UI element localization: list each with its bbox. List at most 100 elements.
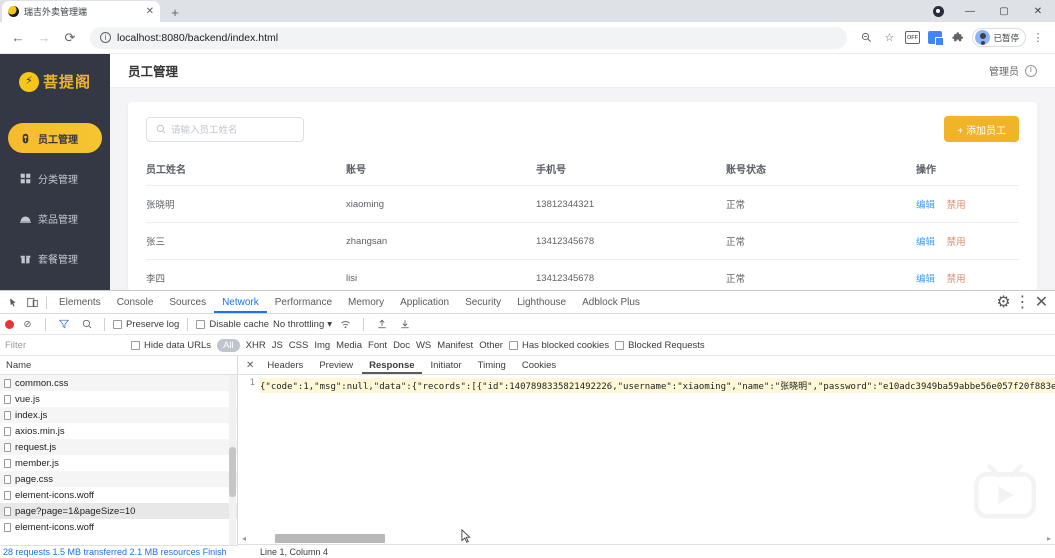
devtools-tab-application[interactable]: Application bbox=[392, 291, 457, 313]
sidebar-item-dish[interactable]: 菜品管理 bbox=[8, 203, 102, 233]
throttling-select[interactable]: No throttling ▾ bbox=[273, 319, 332, 330]
disable-link[interactable]: 禁用 bbox=[947, 274, 966, 285]
has-blocked-cookies-checkbox[interactable]: Has blocked cookies bbox=[508, 340, 609, 351]
logout-power-icon[interactable] bbox=[1025, 64, 1037, 77]
filter-type-xhr[interactable]: XHR bbox=[246, 340, 266, 351]
extensions-puzzle-icon[interactable] bbox=[947, 27, 969, 49]
filter-type-css[interactable]: CSS bbox=[289, 340, 309, 351]
list-item[interactable]: page.css bbox=[0, 471, 237, 487]
add-employee-button[interactable]: + 添加员工 bbox=[944, 116, 1019, 142]
reload-button[interactable]: ⟳ bbox=[58, 26, 82, 50]
response-horizontal-scrollbar[interactable]: ◂ ▸ bbox=[238, 533, 1055, 544]
subtab-cookies[interactable]: Cookies bbox=[515, 356, 563, 374]
search-input[interactable]: 请输入员工姓名 bbox=[146, 116, 304, 142]
window-maximize-button[interactable]: ▢ bbox=[987, 0, 1021, 22]
bookmark-star-icon[interactable]: ☆ bbox=[878, 27, 900, 49]
filter-type-js[interactable]: JS bbox=[272, 340, 283, 351]
request-list-scrollbar[interactable] bbox=[229, 375, 236, 558]
list-item[interactable]: index.js bbox=[0, 407, 237, 423]
edit-link[interactable]: 编辑 bbox=[916, 274, 935, 285]
forward-button[interactable]: → bbox=[32, 26, 56, 50]
subtab-timing[interactable]: Timing bbox=[471, 356, 513, 374]
window-minimize-button[interactable]: — bbox=[953, 0, 987, 22]
hide-data-urls-checkbox[interactable]: Hide data URLs bbox=[131, 340, 211, 351]
devtools-tab-network[interactable]: Network bbox=[214, 291, 267, 313]
filter-type-all[interactable]: All bbox=[217, 338, 240, 352]
profile-indicator[interactable] bbox=[923, 0, 953, 22]
browser-menu-icon[interactable]: ⋮ bbox=[1027, 27, 1049, 49]
list-item[interactable]: member.js bbox=[0, 455, 237, 471]
list-item[interactable]: element-icons.woff bbox=[0, 487, 237, 503]
wifi-icon[interactable] bbox=[336, 315, 355, 334]
detail-close-icon[interactable]: ✕ bbox=[242, 360, 258, 371]
close-icon[interactable]: ✕ bbox=[1032, 293, 1051, 312]
scrollbar-track[interactable] bbox=[249, 534, 1044, 543]
blocked-requests-checkbox[interactable]: Blocked Requests bbox=[615, 340, 705, 351]
more-vertical-icon[interactable]: ⋮ bbox=[1013, 293, 1032, 312]
edit-link[interactable]: 编辑 bbox=[916, 237, 935, 248]
export-har-icon[interactable] bbox=[395, 315, 414, 334]
extension-off-badge-icon[interactable]: OFF bbox=[901, 27, 923, 49]
devtools-tab-console[interactable]: Console bbox=[109, 291, 162, 313]
filter-type-media[interactable]: Media bbox=[336, 340, 362, 351]
filter-icon[interactable] bbox=[54, 315, 73, 334]
list-item[interactable]: request.js bbox=[0, 439, 237, 455]
translate-extension-icon[interactable] bbox=[924, 27, 946, 49]
subtab-initiator[interactable]: Initiator bbox=[424, 356, 469, 374]
new-tab-button[interactable]: + bbox=[164, 2, 186, 22]
list-item[interactable]: vue.js bbox=[0, 391, 237, 407]
profile-chip[interactable]: 已暂停 bbox=[972, 28, 1026, 47]
scrollbar-thumb[interactable] bbox=[275, 534, 386, 543]
filter-type-manifest[interactable]: Manifest bbox=[437, 340, 473, 351]
zoom-icon[interactable] bbox=[855, 27, 877, 49]
sidebar-item-combo[interactable]: 套餐管理 bbox=[8, 243, 102, 273]
record-button-icon[interactable] bbox=[5, 319, 14, 329]
devtools-tab-lighthouse[interactable]: Lighthouse bbox=[509, 291, 574, 313]
response-body-viewer[interactable]: 1 {"code":1,"msg":null,"data":{"records"… bbox=[238, 375, 1055, 558]
filter-type-other[interactable]: Other bbox=[479, 340, 503, 351]
table-row[interactable]: 李四 lisi 13412345678 正常 编辑 禁用 bbox=[146, 259, 1019, 291]
edit-link[interactable]: 编辑 bbox=[916, 200, 935, 211]
browser-tab[interactable]: 瑞吉外卖管理端 ✕ bbox=[2, 1, 160, 22]
disable-link[interactable]: 禁用 bbox=[947, 237, 966, 248]
sidebar-item-employee[interactable]: 员工管理 bbox=[8, 123, 102, 153]
devtools-tab-elements[interactable]: Elements bbox=[51, 291, 109, 313]
table-row[interactable]: 张晓明 xiaoming 13812344321 正常 编辑 禁用 bbox=[146, 185, 1019, 223]
clear-network-icon[interactable]: ⊘ bbox=[18, 315, 37, 334]
sidebar-item-category[interactable]: 分类管理 bbox=[8, 163, 102, 193]
window-close-button[interactable]: ✕ bbox=[1021, 0, 1055, 22]
table-row[interactable]: 张三 zhangsan 13412345678 正常 编辑 禁用 bbox=[146, 222, 1019, 260]
subtab-response[interactable]: Response bbox=[362, 356, 421, 374]
list-item[interactable]: element-icons.woff bbox=[0, 519, 237, 535]
import-har-icon[interactable] bbox=[372, 315, 391, 334]
devtools-tab-security[interactable]: Security bbox=[457, 291, 509, 313]
subtab-preview[interactable]: Preview bbox=[312, 356, 360, 374]
list-item[interactable]: axios.min.js bbox=[0, 423, 237, 439]
scrollbar-thumb[interactable] bbox=[229, 447, 236, 497]
search-icon[interactable] bbox=[77, 315, 96, 334]
filter-type-font[interactable]: Font bbox=[368, 340, 387, 351]
device-toolbar-icon[interactable] bbox=[23, 293, 42, 312]
network-filter-input[interactable]: Filter bbox=[5, 340, 125, 351]
inspect-element-icon[interactable] bbox=[4, 293, 23, 312]
request-list[interactable]: common.css vue.js index.js axios.min.js … bbox=[0, 375, 237, 558]
disable-cache-checkbox[interactable]: Disable cache bbox=[196, 319, 269, 330]
devtools-tab-adblock-plus[interactable]: Adblock Plus bbox=[574, 291, 648, 313]
scroll-left-arrow-icon[interactable]: ◂ bbox=[242, 534, 246, 543]
back-button[interactable]: ← bbox=[6, 26, 30, 50]
list-item[interactable]: common.css bbox=[0, 375, 237, 391]
list-item-selected[interactable]: page?page=1&pageSize=10 bbox=[0, 503, 237, 519]
address-bar[interactable]: i localhost:8080/backend/index.html bbox=[90, 26, 848, 49]
site-info-icon[interactable]: i bbox=[100, 32, 111, 43]
tab-close-icon[interactable]: ✕ bbox=[146, 6, 154, 17]
filter-type-img[interactable]: Img bbox=[314, 340, 330, 351]
filter-type-ws[interactable]: WS bbox=[416, 340, 431, 351]
devtools-tab-sources[interactable]: Sources bbox=[161, 291, 214, 313]
filter-type-doc[interactable]: Doc bbox=[393, 340, 410, 351]
scroll-right-arrow-icon[interactable]: ▸ bbox=[1047, 534, 1051, 543]
devtools-tab-performance[interactable]: Performance bbox=[267, 291, 340, 313]
devtools-tab-memory[interactable]: Memory bbox=[340, 291, 392, 313]
preserve-log-checkbox[interactable]: Preserve log bbox=[113, 319, 179, 330]
disable-link[interactable]: 禁用 bbox=[947, 200, 966, 211]
subtab-headers[interactable]: Headers bbox=[260, 356, 310, 374]
